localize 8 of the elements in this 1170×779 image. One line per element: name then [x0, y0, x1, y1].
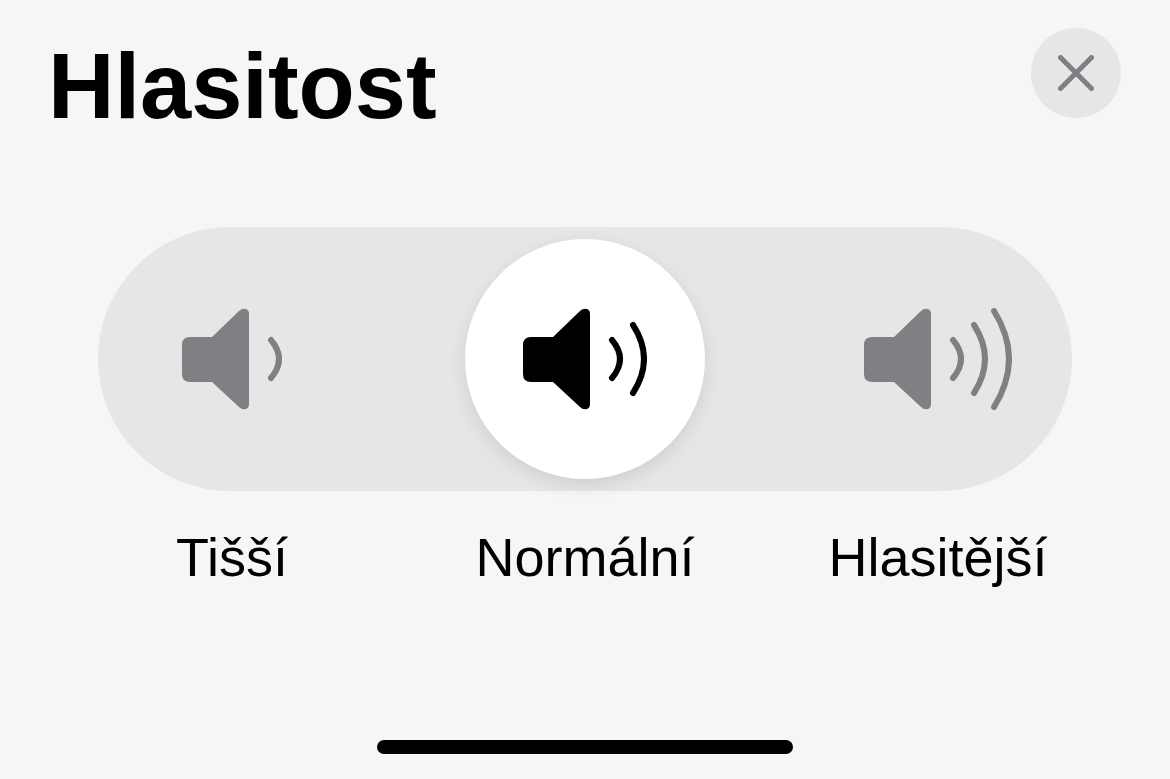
option-label: Normální: [475, 526, 695, 589]
option-label: Hlasitější: [828, 526, 1048, 589]
speaker-icon: [182, 308, 282, 410]
option-label: Tišší: [176, 526, 288, 589]
close-icon: [1058, 55, 1094, 91]
sheet-title: Hlasitost: [48, 40, 437, 132]
speaker-icon: [523, 308, 647, 410]
speaker-icon: [864, 308, 1012, 410]
